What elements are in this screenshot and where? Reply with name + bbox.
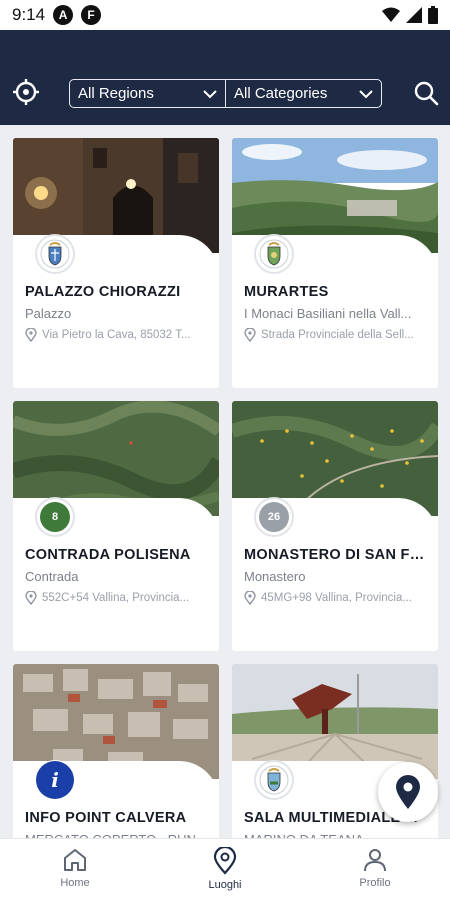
place-category: I Monaci Basiliani nella Vall... (244, 306, 412, 321)
battery-icon (428, 6, 438, 24)
notification-app-icon: A (53, 5, 74, 25)
place-title: MURARTES (244, 284, 329, 300)
place-title: CONTRADA POLISENA (25, 547, 191, 563)
chevron-down-icon (359, 89, 373, 98)
address-text: Strada Provinciale della Sell... (261, 329, 414, 341)
place-title: PALAZZO CHIORAZZI (25, 284, 181, 300)
signal-icon (406, 7, 422, 23)
place-card[interactable]: 8 CONTRADA POLISENA Contrada 552C+54 Val… (13, 401, 219, 651)
info-badge-letter: i (36, 761, 74, 799)
app-header: All Regions All Categories (0, 30, 450, 125)
nav-home-label: Home (60, 877, 90, 889)
municipality-crest-icon (254, 234, 294, 274)
place-address: 552C+54 Vallina, Provincia... (25, 591, 209, 605)
place-card[interactable]: PALAZZO CHIORAZZI Palazzo Via Pietro la … (13, 138, 219, 388)
municipality-crest-icon (35, 234, 75, 274)
place-title: MONASTERO DI SAN FIL... (244, 547, 428, 563)
search-icon[interactable] (413, 80, 439, 106)
place-address: Strada Provinciale della Sell... (244, 328, 428, 342)
wifi-icon (382, 7, 400, 22)
home-icon (64, 849, 86, 871)
map-pin-icon (213, 847, 237, 875)
map-marker-icon (396, 775, 420, 809)
region-filter-dropdown[interactable]: All Regions (70, 80, 225, 107)
nav-profilo-label: Profilo (359, 877, 391, 889)
filter-group: All Regions All Categories (69, 79, 382, 108)
address-text: 45MG+98 Vallina, Provincia... (261, 592, 412, 604)
bottom-navigation: Home Luoghi Profilo (0, 838, 450, 900)
badge-number: 8 (40, 502, 70, 532)
address-text: Via Pietro la Cava, 85032 T... (42, 329, 191, 341)
info-icon: i (35, 760, 75, 800)
map-pin-icon (244, 328, 256, 342)
place-title: INFO POINT CALVERA (25, 810, 187, 826)
crosshair-icon[interactable] (12, 78, 40, 106)
number-badge: 8 (35, 497, 75, 537)
nav-profilo[interactable]: Profilo (300, 839, 450, 900)
nav-luoghi-label: Luoghi (208, 879, 242, 891)
place-card[interactable]: MURARTES I Monaci Basiliani nella Vall..… (232, 138, 438, 388)
address-text: 552C+54 Vallina, Provincia... (42, 592, 190, 604)
notification-app-icon: F (81, 5, 102, 25)
category-filter-dropdown[interactable]: All Categories (225, 80, 381, 107)
place-category: Monastero (244, 569, 306, 584)
place-category: Contrada (25, 569, 79, 584)
place-address: 45MG+98 Vallina, Provincia... (244, 591, 428, 605)
category-filter-label: All Categories (234, 85, 328, 102)
nav-luoghi[interactable]: Luoghi (150, 839, 300, 900)
nav-home[interactable]: Home (0, 839, 150, 900)
badge-number: 26 (259, 502, 289, 532)
number-badge: 26 (254, 497, 294, 537)
region-filter-label: All Regions (78, 85, 154, 102)
user-icon (364, 849, 386, 872)
map-view-button[interactable] (378, 762, 438, 822)
place-address: Via Pietro la Cava, 85032 T... (25, 328, 209, 342)
status-time: 9:14 (12, 5, 46, 24)
chevron-down-icon (203, 89, 217, 98)
map-pin-icon (244, 591, 256, 605)
status-bar: 9:14 A F (0, 0, 450, 30)
map-pin-icon (25, 328, 37, 342)
map-pin-icon (25, 591, 37, 605)
municipality-crest-icon (254, 760, 294, 800)
status-indicators (382, 6, 438, 24)
place-card[interactable]: 26 MONASTERO DI SAN FIL... Monastero 45M… (232, 401, 438, 651)
place-category: Palazzo (25, 306, 72, 321)
